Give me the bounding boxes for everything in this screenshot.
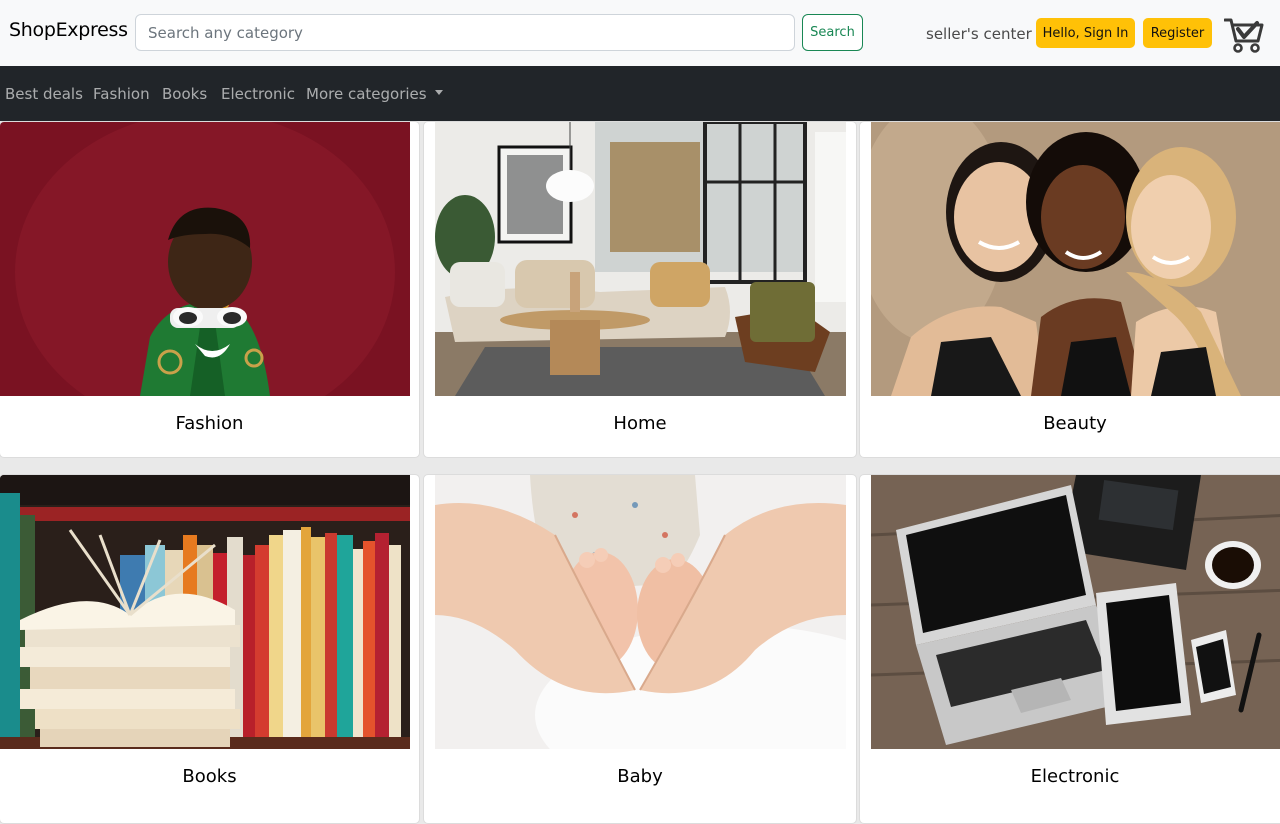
nav-item-fashion[interactable]: Fashion: [93, 85, 150, 103]
register-button[interactable]: Register: [1143, 18, 1212, 48]
category-title-home: Home: [613, 413, 667, 434]
category-card-home[interactable]: Home: [423, 121, 857, 458]
category-title-beauty: Beauty: [1043, 413, 1107, 434]
category-navbar: Best deals Fashion Books Electronic More…: [0, 66, 1280, 121]
caret-down-icon: [434, 90, 443, 95]
nav-item-best-deals[interactable]: Best deals: [5, 85, 83, 103]
category-title-fashion: Fashion: [175, 413, 244, 434]
category-title-electronic: Electronic: [1030, 766, 1120, 787]
more-categories-label: More categories: [306, 85, 427, 103]
search-input[interactable]: [135, 14, 795, 51]
more-categories-dropdown[interactable]: More categories: [306, 85, 443, 103]
search-button[interactable]: Search: [802, 14, 863, 51]
category-title-baby: Baby: [617, 766, 663, 787]
books-image: [0, 475, 410, 749]
electronic-image: [871, 475, 1280, 749]
home-image: [435, 122, 846, 396]
brand-logo[interactable]: ShopExpress: [9, 19, 128, 41]
fashion-image: [0, 122, 410, 396]
category-card-baby[interactable]: Baby: [423, 474, 857, 824]
beauty-image: [871, 122, 1280, 396]
category-card-fashion[interactable]: Fashion: [0, 121, 420, 458]
category-card-books[interactable]: Books: [0, 474, 420, 824]
nav-item-books[interactable]: Books: [162, 85, 207, 103]
sign-in-button[interactable]: Hello, Sign In: [1036, 18, 1135, 48]
shopping-cart-icon[interactable]: [1223, 16, 1264, 54]
baby-image: [435, 475, 846, 749]
seller-center-link[interactable]: seller's center: [926, 25, 1032, 43]
category-card-beauty[interactable]: Beauty: [859, 121, 1280, 458]
category-title-books: Books: [182, 766, 237, 787]
nav-item-electronic[interactable]: Electronic: [221, 85, 295, 103]
category-card-electronic[interactable]: Electronic: [859, 474, 1280, 824]
top-header: ShopExpress Search seller's center Hello…: [0, 0, 1280, 66]
